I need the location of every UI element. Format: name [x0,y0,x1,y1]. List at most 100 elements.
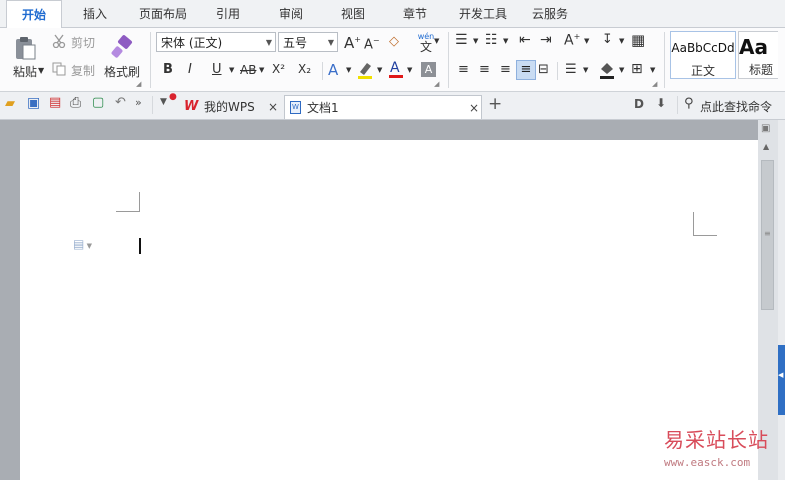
line-spacing-icon[interactable]: ☰ [565,62,577,77]
paste-dropdown-icon[interactable]: ▼ [38,66,44,75]
open-icon[interactable]: ▰ [5,96,15,111]
paragraph-layout-icon[interactable]: ▤ ▼ [73,237,92,251]
skin-icon[interactable]: D [634,97,644,111]
subscript-button[interactable]: X₂ [298,62,311,76]
shrink-font-icon[interactable]: A− [364,36,380,52]
dialog-launcher-icon[interactable]: ◢ [652,80,657,88]
more-icon[interactable]: » [135,96,142,109]
numbered-list-icon[interactable]: ☷ [485,32,498,48]
copy-icon[interactable] [52,62,66,76]
font-name-combo[interactable]: 宋体 (正文) ▼ [156,32,276,52]
close-icon[interactable]: × [268,95,278,119]
grow-font-icon[interactable]: A+ [344,34,361,52]
strikethrough-button[interactable]: AB [240,63,256,77]
tab-my-wps-label: 我的WPS [204,100,255,114]
print-icon[interactable]: ⎙ [70,95,81,111]
dialog-launcher-icon[interactable]: ◢ [136,80,141,88]
chevron-down-icon[interactable]: ▼ [619,66,624,74]
brush-icon [111,34,132,58]
scroll-up-icon[interactable]: ▲ [763,142,769,151]
chevron-down-icon[interactable]: ▼ [346,66,351,74]
chevron-down-icon[interactable]: ▼ [259,66,264,74]
style-normal-preview: AaBbCcDd [671,41,735,55]
print-preview-icon[interactable]: ▢ [92,95,104,110]
cut-icon[interactable] [52,34,66,48]
fill-color-icon[interactable] [598,60,616,80]
style-heading[interactable]: Aa 标题 [738,31,778,79]
tab-developer[interactable]: 开发工具 [452,0,514,27]
chevron-down-icon[interactable]: ▼ [407,66,412,74]
align-center-icon[interactable]: ≡ [479,62,490,77]
tab-document1-label: 文档1 [307,101,339,115]
search-icon: ⚲ [684,96,694,111]
text-effect-icon[interactable]: A [328,61,338,79]
document-page[interactable]: ▤ ▼ [20,140,758,480]
save-icon[interactable]: ▣ [27,95,40,111]
char-shading-icon[interactable]: A [421,62,436,77]
chevron-down-icon[interactable]: ▼ [377,66,382,74]
highlight-icon[interactable] [356,60,374,80]
chevron-down-icon[interactable]: ▼ [503,37,508,45]
tab-start[interactable]: 开始 [6,0,62,29]
watermark-text: 易采站长站 [664,428,769,452]
style-heading-preview: Aa [739,35,768,59]
style-normal-label: 正文 [690,64,715,78]
margin-corner-top-left-v [139,192,140,212]
wps-logo-icon: W [184,99,199,114]
justify-icon[interactable]: ≡ [516,60,536,80]
dialog-launcher-icon[interactable]: ◢ [434,80,439,88]
superscript-button[interactable]: X² [272,62,285,76]
close-icon[interactable]: × [469,96,479,120]
tab-insert[interactable]: 插入 [72,0,118,27]
border-icon[interactable]: ⊞ [631,61,643,77]
side-panel-toggle[interactable]: ◀ [778,345,785,415]
tab-cloud-service[interactable]: 云服务 [526,0,574,27]
chevron-down-icon[interactable]: ▼ [473,37,478,45]
bold-button[interactable]: B [163,62,173,77]
new-tab-icon[interactable]: + [488,94,502,114]
scroll-thumb[interactable]: ≡ [761,160,774,310]
sort-icon[interactable]: ↧ [602,32,613,47]
font-size-combo[interactable]: 五号 ▼ [278,32,338,52]
chevron-down-icon[interactable]: ▼ [229,66,234,74]
bullet-list-icon[interactable]: ☰ [455,32,468,48]
chevron-down-icon[interactable]: ▼ [583,66,588,74]
tab-page-layout[interactable]: 页面布局 [131,0,195,27]
align-right-icon[interactable]: ≡ [500,62,511,77]
chevron-down-icon[interactable]: ▼ [434,37,439,45]
format-painter-label: 格式刷 [103,64,140,79]
cut-button[interactable]: 剪切 [71,34,95,51]
style-normal[interactable]: AaBbCcDd 正文 [670,31,736,79]
chevron-down-icon[interactable]: ▼ [584,37,589,45]
export-pdf-icon[interactable]: ▤ [49,95,61,110]
table-icon[interactable]: ▦ [631,31,645,49]
align-left-icon[interactable]: ≡ [458,62,469,77]
feedback-icon[interactable]: ⬇ [656,96,666,110]
tab-view[interactable]: 视图 [330,0,376,27]
distribute-icon[interactable]: ⊟ [538,62,549,77]
undo-icon[interactable]: ↶ [115,95,126,110]
chevron-down-icon: ▼ [265,38,272,47]
paste-button[interactable]: 粘贴 [8,32,42,82]
copy-button[interactable]: 复制 [71,62,95,79]
clear-format-icon[interactable]: ◇ [389,34,399,49]
split-view-icon[interactable]: ▣ [761,123,770,134]
text-size-icon[interactable]: A+ [564,32,580,49]
command-search[interactable]: 点此查找命令 [700,98,772,115]
margin-corner-top-right [694,235,717,236]
tab-my-wps[interactable]: W 我的WPS × [180,95,282,119]
customize-dropdown-icon[interactable]: ▼ [160,97,167,107]
increase-indent-icon[interactable]: ⇥ [540,32,552,48]
decrease-indent-icon[interactable]: ⇤ [519,32,531,48]
tab-chapter[interactable]: 章节 [392,0,438,27]
chevron-down-icon[interactable]: ▼ [650,66,655,74]
format-painter-button[interactable]: 格式刷 [102,32,142,82]
tab-references[interactable]: 引用 [206,0,250,27]
tab-document1[interactable]: W 文档1 × [284,95,482,119]
font-color-icon[interactable]: A [388,59,404,79]
tab-review[interactable]: 审阅 [268,0,314,27]
italic-button[interactable]: I [188,62,192,77]
underline-button[interactable]: U [212,62,222,77]
chevron-down-icon: ▼ [327,38,334,47]
chevron-down-icon[interactable]: ▼ [619,37,624,45]
